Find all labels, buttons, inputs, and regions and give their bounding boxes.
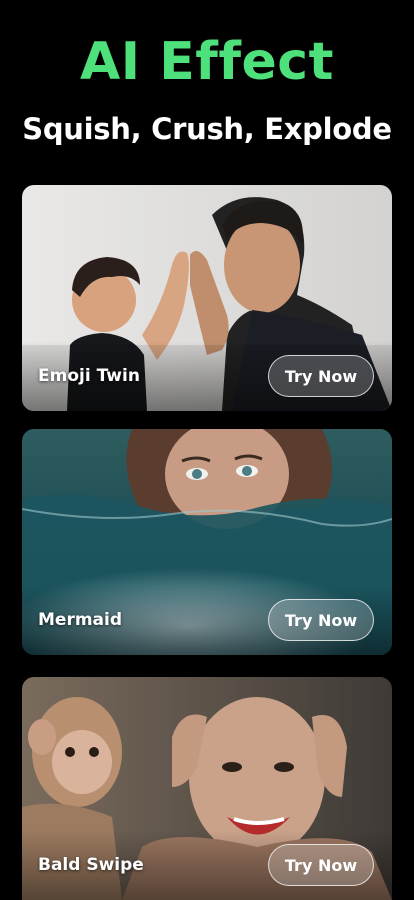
try-now-button[interactable]: Try Now [268,844,374,886]
header: AI Effect Squish, Crush, Explode [0,0,414,180]
try-now-button[interactable]: Try Now [268,355,374,397]
try-now-button[interactable]: Try Now [268,599,374,641]
effect-card-bald-swipe[interactable]: Bald Swipe Try Now [22,677,392,900]
effect-card-mermaid[interactable]: Mermaid Try Now [22,429,392,655]
effect-label: Bald Swipe [38,855,144,875]
page-subtitle: Squish, Crush, Explode [22,112,392,146]
effect-label: Mermaid [38,610,123,630]
effect-label: Emoji Twin [38,366,140,386]
effect-card-emoji-twin[interactable]: Emoji Twin Try Now [22,185,392,411]
page-title: AI Effect [80,32,334,92]
